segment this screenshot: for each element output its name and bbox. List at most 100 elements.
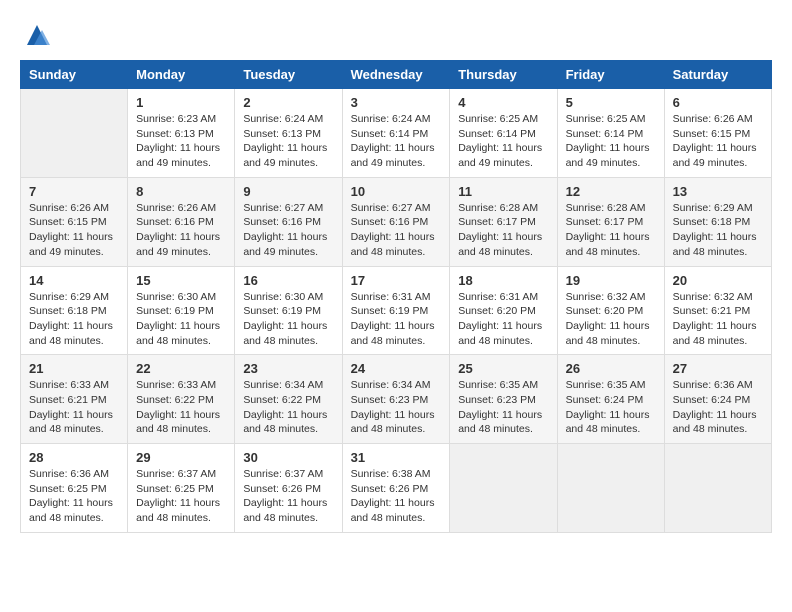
day-number: 21 [29,361,119,376]
day-number: 4 [458,95,548,110]
day-number: 17 [351,273,442,288]
day-info: Sunrise: 6:27 AMSunset: 6:16 PMDaylight:… [243,201,333,260]
day-number: 7 [29,184,119,199]
day-info: Sunrise: 6:37 AMSunset: 6:26 PMDaylight:… [243,467,333,526]
day-info: Sunrise: 6:29 AMSunset: 6:18 PMDaylight:… [673,201,763,260]
day-number: 29 [136,450,226,465]
day-info: Sunrise: 6:36 AMSunset: 6:24 PMDaylight:… [673,378,763,437]
calendar-week-row: 1 Sunrise: 6:23 AMSunset: 6:13 PMDaylight… [21,89,772,178]
calendar-cell [21,89,128,178]
day-info: Sunrise: 6:35 AMSunset: 6:23 PMDaylight:… [458,378,548,437]
day-number: 3 [351,95,442,110]
day-info: Sunrise: 6:32 AMSunset: 6:20 PMDaylight:… [566,290,656,349]
day-number: 12 [566,184,656,199]
day-number: 25 [458,361,548,376]
day-number: 15 [136,273,226,288]
calendar-week-row: 28 Sunrise: 6:36 AMSunset: 6:25 PMDayligh… [21,444,772,533]
calendar-cell: 26 Sunrise: 6:35 AMSunset: 6:24 PMDayligh… [557,355,664,444]
calendar-cell: 24 Sunrise: 6:34 AMSunset: 6:23 PMDayligh… [342,355,450,444]
day-info: Sunrise: 6:28 AMSunset: 6:17 PMDaylight:… [458,201,548,260]
calendar-cell: 17 Sunrise: 6:31 AMSunset: 6:19 PMDayligh… [342,266,450,355]
calendar-cell: 21 Sunrise: 6:33 AMSunset: 6:21 PMDayligh… [21,355,128,444]
day-info: Sunrise: 6:34 AMSunset: 6:23 PMDaylight:… [351,378,442,437]
day-number: 13 [673,184,763,199]
day-info: Sunrise: 6:37 AMSunset: 6:25 PMDaylight:… [136,467,226,526]
day-info: Sunrise: 6:34 AMSunset: 6:22 PMDaylight:… [243,378,333,437]
day-info: Sunrise: 6:26 AMSunset: 6:16 PMDaylight:… [136,201,226,260]
calendar-week-row: 7 Sunrise: 6:26 AMSunset: 6:15 PMDaylight… [21,177,772,266]
weekday-header: Thursday [450,61,557,89]
day-number: 28 [29,450,119,465]
day-number: 27 [673,361,763,376]
day-info: Sunrise: 6:26 AMSunset: 6:15 PMDaylight:… [673,112,763,171]
calendar-cell: 27 Sunrise: 6:36 AMSunset: 6:24 PMDayligh… [664,355,771,444]
logo-icon [22,20,52,50]
day-number: 1 [136,95,226,110]
day-info: Sunrise: 6:30 AMSunset: 6:19 PMDaylight:… [243,290,333,349]
calendar-cell: 1 Sunrise: 6:23 AMSunset: 6:13 PMDaylight… [128,89,235,178]
calendar-cell: 7 Sunrise: 6:26 AMSunset: 6:15 PMDaylight… [21,177,128,266]
calendar-cell: 3Sunrise: 6:24 AMSunset: 6:14 PMDaylight… [342,89,450,178]
calendar-cell: 29 Sunrise: 6:37 AMSunset: 6:25 PMDayligh… [128,444,235,533]
page-header [20,20,772,50]
day-info: Sunrise: 6:31 AMSunset: 6:20 PMDaylight:… [458,290,548,349]
calendar-cell: 30 Sunrise: 6:37 AMSunset: 6:26 PMDayligh… [235,444,342,533]
day-info: Sunrise: 6:30 AMSunset: 6:19 PMDaylight:… [136,290,226,349]
calendar-week-row: 14 Sunrise: 6:29 AMSunset: 6:18 PMDayligh… [21,266,772,355]
day-number: 24 [351,361,442,376]
day-info: Sunrise: 6:28 AMSunset: 6:17 PMDaylight:… [566,201,656,260]
weekday-header: Saturday [664,61,771,89]
day-info: Sunrise: 6:33 AMSunset: 6:22 PMDaylight:… [136,378,226,437]
day-info: Sunrise: 6:23 AMSunset: 6:13 PMDaylight:… [136,112,226,171]
logo [20,20,52,50]
day-info: Sunrise: 6:27 AMSunset: 6:16 PMDaylight:… [351,201,442,260]
calendar-cell: 5Sunrise: 6:25 AMSunset: 6:14 PMDaylight… [557,89,664,178]
calendar-cell: 16 Sunrise: 6:30 AMSunset: 6:19 PMDayligh… [235,266,342,355]
day-number: 9 [243,184,333,199]
day-info: Sunrise: 6:29 AMSunset: 6:18 PMDaylight:… [29,290,119,349]
day-number: 16 [243,273,333,288]
calendar-cell: 11 Sunrise: 6:28 AMSunset: 6:17 PMDayligh… [450,177,557,266]
calendar-cell: 10 Sunrise: 6:27 AMSunset: 6:16 PMDayligh… [342,177,450,266]
day-info: Sunrise: 6:35 AMSunset: 6:24 PMDaylight:… [566,378,656,437]
calendar-cell: 13 Sunrise: 6:29 AMSunset: 6:18 PMDayligh… [664,177,771,266]
calendar-cell: 2Sunrise: 6:24 AMSunset: 6:13 PMDaylight… [235,89,342,178]
calendar-cell: 12 Sunrise: 6:28 AMSunset: 6:17 PMDayligh… [557,177,664,266]
day-number: 30 [243,450,333,465]
day-number: 10 [351,184,442,199]
day-info: Sunrise: 6:25 AMSunset: 6:14 PMDaylight:… [458,112,548,171]
calendar-cell: 23 Sunrise: 6:34 AMSunset: 6:22 PMDayligh… [235,355,342,444]
day-number: 26 [566,361,656,376]
day-info: Sunrise: 6:31 AMSunset: 6:19 PMDaylight:… [351,290,442,349]
day-number: 11 [458,184,548,199]
calendar-cell: 28 Sunrise: 6:36 AMSunset: 6:25 PMDayligh… [21,444,128,533]
day-info: Sunrise: 6:25 AMSunset: 6:14 PMDaylight:… [566,112,656,171]
day-number: 23 [243,361,333,376]
day-info: Sunrise: 6:36 AMSunset: 6:25 PMDaylight:… [29,467,119,526]
day-info: Sunrise: 6:26 AMSunset: 6:15 PMDaylight:… [29,201,119,260]
day-number: 31 [351,450,442,465]
calendar-cell: 19Sunrise: 6:32 AMSunset: 6:20 PMDayligh… [557,266,664,355]
calendar-cell: 20Sunrise: 6:32 AMSunset: 6:21 PMDayligh… [664,266,771,355]
day-info: Sunrise: 6:24 AMSunset: 6:13 PMDaylight:… [243,112,333,171]
calendar-table: SundayMondayTuesdayWednesdayThursdayFrid… [20,60,772,533]
calendar-cell: 22 Sunrise: 6:33 AMSunset: 6:22 PMDayligh… [128,355,235,444]
calendar-cell: 31Sunrise: 6:38 AMSunset: 6:26 PMDayligh… [342,444,450,533]
calendar-cell [664,444,771,533]
day-number: 14 [29,273,119,288]
calendar-cell [450,444,557,533]
weekday-header: Wednesday [342,61,450,89]
calendar-cell: 15 Sunrise: 6:30 AMSunset: 6:19 PMDayligh… [128,266,235,355]
weekday-header: Monday [128,61,235,89]
day-number: 22 [136,361,226,376]
day-number: 8 [136,184,226,199]
calendar-cell: 8 Sunrise: 6:26 AMSunset: 6:16 PMDaylight… [128,177,235,266]
calendar-week-row: 21 Sunrise: 6:33 AMSunset: 6:21 PMDayligh… [21,355,772,444]
day-info: Sunrise: 6:33 AMSunset: 6:21 PMDaylight:… [29,378,119,437]
calendar-cell: 6Sunrise: 6:26 AMSunset: 6:15 PMDaylight… [664,89,771,178]
calendar-cell: 14 Sunrise: 6:29 AMSunset: 6:18 PMDayligh… [21,266,128,355]
weekday-header: Tuesday [235,61,342,89]
calendar-header-row: SundayMondayTuesdayWednesdayThursdayFrid… [21,61,772,89]
calendar-cell: 18Sunrise: 6:31 AMSunset: 6:20 PMDayligh… [450,266,557,355]
weekday-header: Friday [557,61,664,89]
